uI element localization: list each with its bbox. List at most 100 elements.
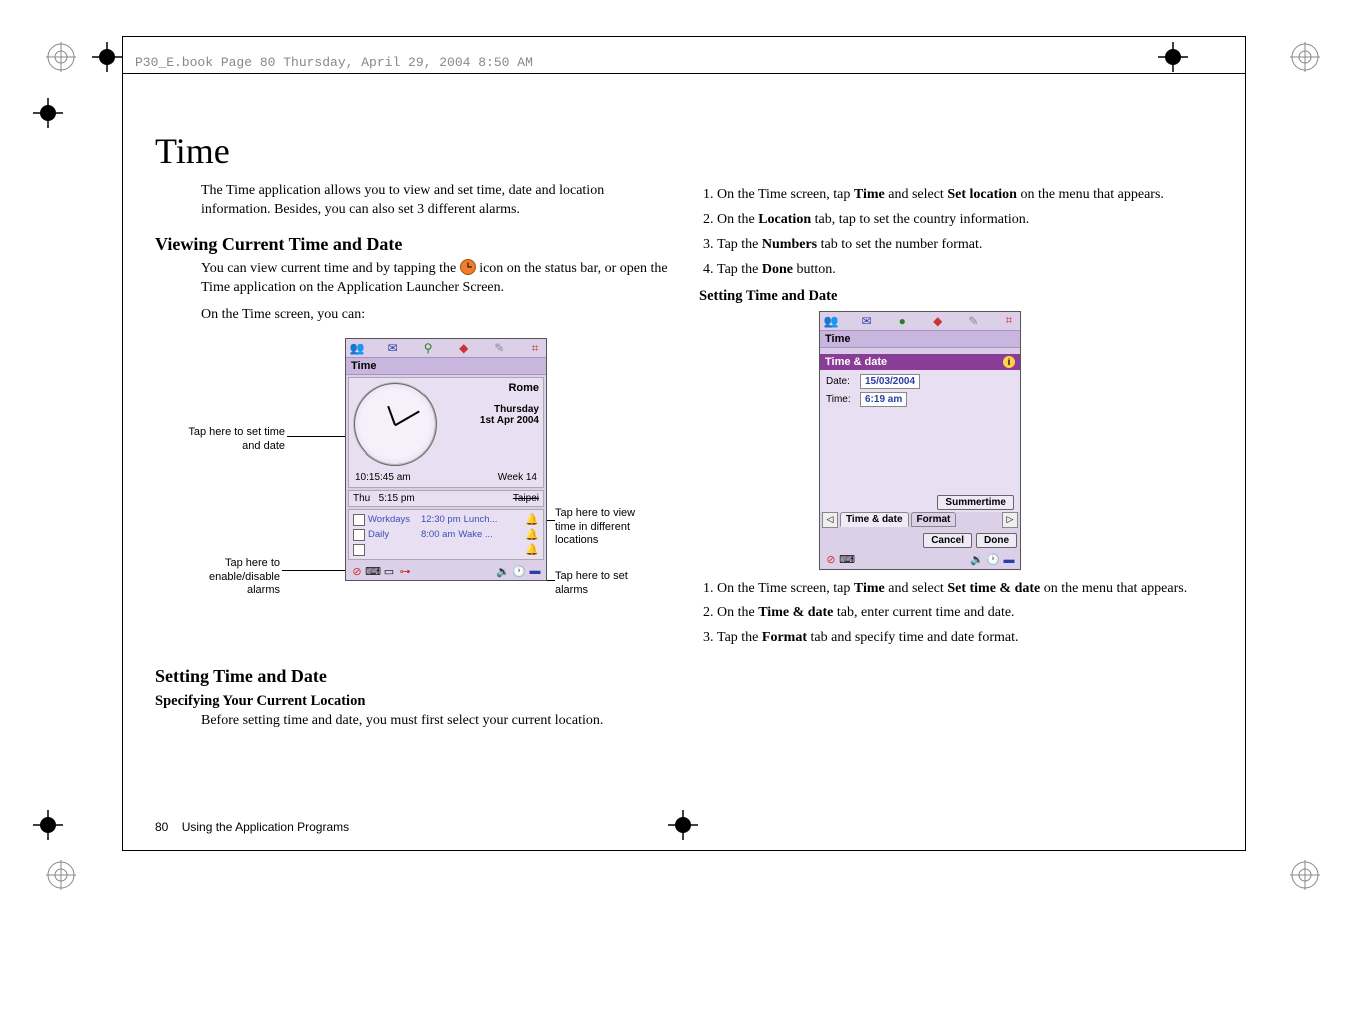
close-icon[interactable]: ⊘ bbox=[350, 564, 364, 578]
alarm-row-empty[interactable]: 🔔 bbox=[349, 542, 543, 557]
callout-line bbox=[282, 570, 347, 571]
alarm-time: 8:00 am bbox=[421, 529, 455, 540]
alarm-checkbox[interactable] bbox=[353, 544, 365, 556]
chapter-name: Using the Application Programs bbox=[182, 820, 349, 834]
text: You can view current time and by tapping… bbox=[201, 261, 460, 276]
heading-setting: Setting Time and Date bbox=[155, 666, 671, 687]
page-content: Time The Time application allows you to … bbox=[155, 130, 1215, 731]
contacts-icon: 👥 bbox=[824, 314, 838, 328]
bell-icon[interactable]: 🔔 bbox=[525, 513, 539, 526]
tab-time-date[interactable]: Time & date bbox=[840, 512, 909, 527]
link-icon[interactable]: ⊶ bbox=[398, 564, 412, 578]
volume-icon[interactable]: 🔉 bbox=[496, 564, 510, 578]
alarm-row[interactable]: Daily 8:00 am Wake ... 🔔 bbox=[349, 527, 543, 542]
alarm-label: Workdays bbox=[368, 514, 418, 525]
device-screenshot-2: 👥 ✉ ● ◆ ✎ ⌗ Time Time & date i bbox=[819, 311, 1021, 570]
keyboard-icon[interactable]: ⌨ bbox=[366, 564, 380, 578]
city-name: Rome bbox=[443, 382, 539, 394]
crop-target-icon bbox=[33, 98, 63, 128]
info-icon[interactable]: i bbox=[1003, 356, 1015, 368]
clock-panel: Rome Thursday 1st Apr 2004 10:15:45 am W… bbox=[348, 377, 544, 488]
alarm-desc: Wake ... bbox=[458, 529, 522, 540]
note-icon: ✎ bbox=[492, 341, 506, 355]
step-1: On the Time screen, tap Time and select … bbox=[717, 580, 1215, 599]
mail-icon: ✉ bbox=[386, 341, 400, 355]
close-icon[interactable]: ⊘ bbox=[824, 553, 838, 567]
summertime-button[interactable]: Summertime bbox=[937, 495, 1014, 510]
loc-time: 5:15 pm bbox=[379, 493, 415, 504]
bottom-bar: ⊘ ⌨ 🔉 🕐 ▬ bbox=[820, 551, 1020, 569]
analog-clock[interactable] bbox=[353, 382, 437, 466]
time-label: Time: bbox=[826, 394, 856, 405]
clock-status-icon[interactable]: 🕐 bbox=[986, 553, 1000, 567]
heading-viewing: Viewing Current Time and Date bbox=[155, 234, 671, 255]
date-field[interactable]: 15/03/2004 bbox=[860, 374, 920, 389]
mail-icon: ✉ bbox=[860, 314, 874, 328]
tab-prev-icon[interactable]: ◁ bbox=[822, 512, 838, 528]
clock-status-icon[interactable]: 🕐 bbox=[512, 564, 526, 578]
alarm-checkbox[interactable] bbox=[353, 529, 365, 541]
status-bar: 👥 ✉ ⚲ ◆ ✎ ⌗ bbox=[346, 339, 546, 357]
diamond-icon: ◆ bbox=[931, 314, 945, 328]
running-header: P30_E.book Page 80 Thursday, April 29, 2… bbox=[135, 55, 533, 70]
step-3: Tap the Format tab and specify time and … bbox=[717, 629, 1215, 648]
clock-icon bbox=[460, 259, 476, 275]
step-2: On the Time & date tab, enter current ti… bbox=[717, 604, 1215, 623]
day-name: Thursday bbox=[443, 404, 539, 415]
done-button[interactable]: Done bbox=[976, 533, 1017, 548]
alarm-desc: Lunch... bbox=[464, 514, 523, 525]
tab-header-label: Time & date bbox=[825, 356, 887, 368]
alarm-row[interactable]: Workdays 12:30 pm Lunch... 🔔 bbox=[349, 512, 543, 527]
battery-icon[interactable]: ▬ bbox=[528, 564, 542, 578]
registration-mark-icon bbox=[46, 42, 76, 72]
date-label: Date: bbox=[826, 376, 856, 387]
time-row: Time: 6:19 am bbox=[826, 392, 1014, 407]
alarm-checkbox[interactable] bbox=[353, 514, 365, 526]
callout-line bbox=[287, 436, 347, 437]
tab-header: Time & date i bbox=[820, 354, 1020, 370]
intro-paragraph: The Time application allows you to view … bbox=[201, 182, 671, 220]
apps-icon: ⌗ bbox=[528, 341, 542, 355]
bell-icon[interactable]: 🔔 bbox=[525, 528, 539, 541]
alarm-label: Daily bbox=[368, 529, 418, 540]
battery-icon[interactable]: ▬ bbox=[1002, 553, 1016, 567]
diamond-icon: ◆ bbox=[457, 341, 471, 355]
volume-icon[interactable]: 🔉 bbox=[970, 553, 984, 567]
app-title-bar: Time bbox=[346, 357, 546, 375]
registration-mark-icon bbox=[1290, 42, 1320, 72]
step-2: On the Location tab, tap to set the coun… bbox=[717, 211, 1215, 230]
bell-icon[interactable]: 🔔 bbox=[525, 543, 539, 556]
digital-time: 10:15:45 am bbox=[355, 472, 411, 483]
cancel-button[interactable]: Cancel bbox=[923, 533, 972, 548]
viewing-paragraph-1: You can view current time and by tapping… bbox=[201, 259, 671, 298]
switch-icon[interactable]: ▭ bbox=[382, 564, 396, 578]
tab-format[interactable]: Format bbox=[911, 512, 957, 527]
step-1: On the Time screen, tap Time and select … bbox=[717, 186, 1215, 205]
world-time-row[interactable]: Thu 5:15 pm Taipei bbox=[348, 490, 544, 507]
figure-time-screen: Tap here to set time and date Tap here t… bbox=[185, 332, 605, 652]
time-field[interactable]: 6:19 am bbox=[860, 392, 907, 407]
callout-enable-alarms: Tap here to enable/disable alarms bbox=[185, 557, 280, 597]
page-footer: 80 Using the Application Programs bbox=[155, 820, 349, 834]
week-number: Week 14 bbox=[498, 472, 537, 483]
location-paragraph: Before setting time and date, you must f… bbox=[201, 712, 671, 731]
apps-icon: ⌗ bbox=[1002, 314, 1016, 328]
registration-mark-icon bbox=[1290, 860, 1320, 890]
globe-icon: ● bbox=[895, 314, 909, 328]
bottom-bar: ⊘ ⌨ ▭ ⊶ 🔉 🕐 ▬ bbox=[346, 562, 546, 580]
timedate-steps: On the Time screen, tap Time and select … bbox=[699, 580, 1215, 649]
page-title: Time bbox=[155, 130, 1215, 172]
header-rule bbox=[122, 73, 1246, 74]
alarm-time: 12:30 pm bbox=[421, 514, 461, 525]
subheading-setting-time-date: Setting Time and Date bbox=[699, 288, 1215, 305]
keyboard-icon[interactable]: ⌨ bbox=[840, 553, 854, 567]
form-area: Date: 15/03/2004 Time: 6:19 am Summertim… bbox=[820, 370, 1020, 512]
date: 1st Apr 2004 bbox=[443, 415, 539, 426]
loc-city: Taipei bbox=[513, 493, 539, 504]
dialog-buttons: Cancel Done bbox=[820, 530, 1020, 551]
tab-strip: ◁ Time & date Format ▷ bbox=[820, 512, 1020, 530]
app-title-bar: Time bbox=[820, 330, 1020, 348]
loc-day: Thu bbox=[353, 493, 370, 504]
globe-icon: ⚲ bbox=[421, 341, 435, 355]
tab-next-icon[interactable]: ▷ bbox=[1002, 512, 1018, 528]
